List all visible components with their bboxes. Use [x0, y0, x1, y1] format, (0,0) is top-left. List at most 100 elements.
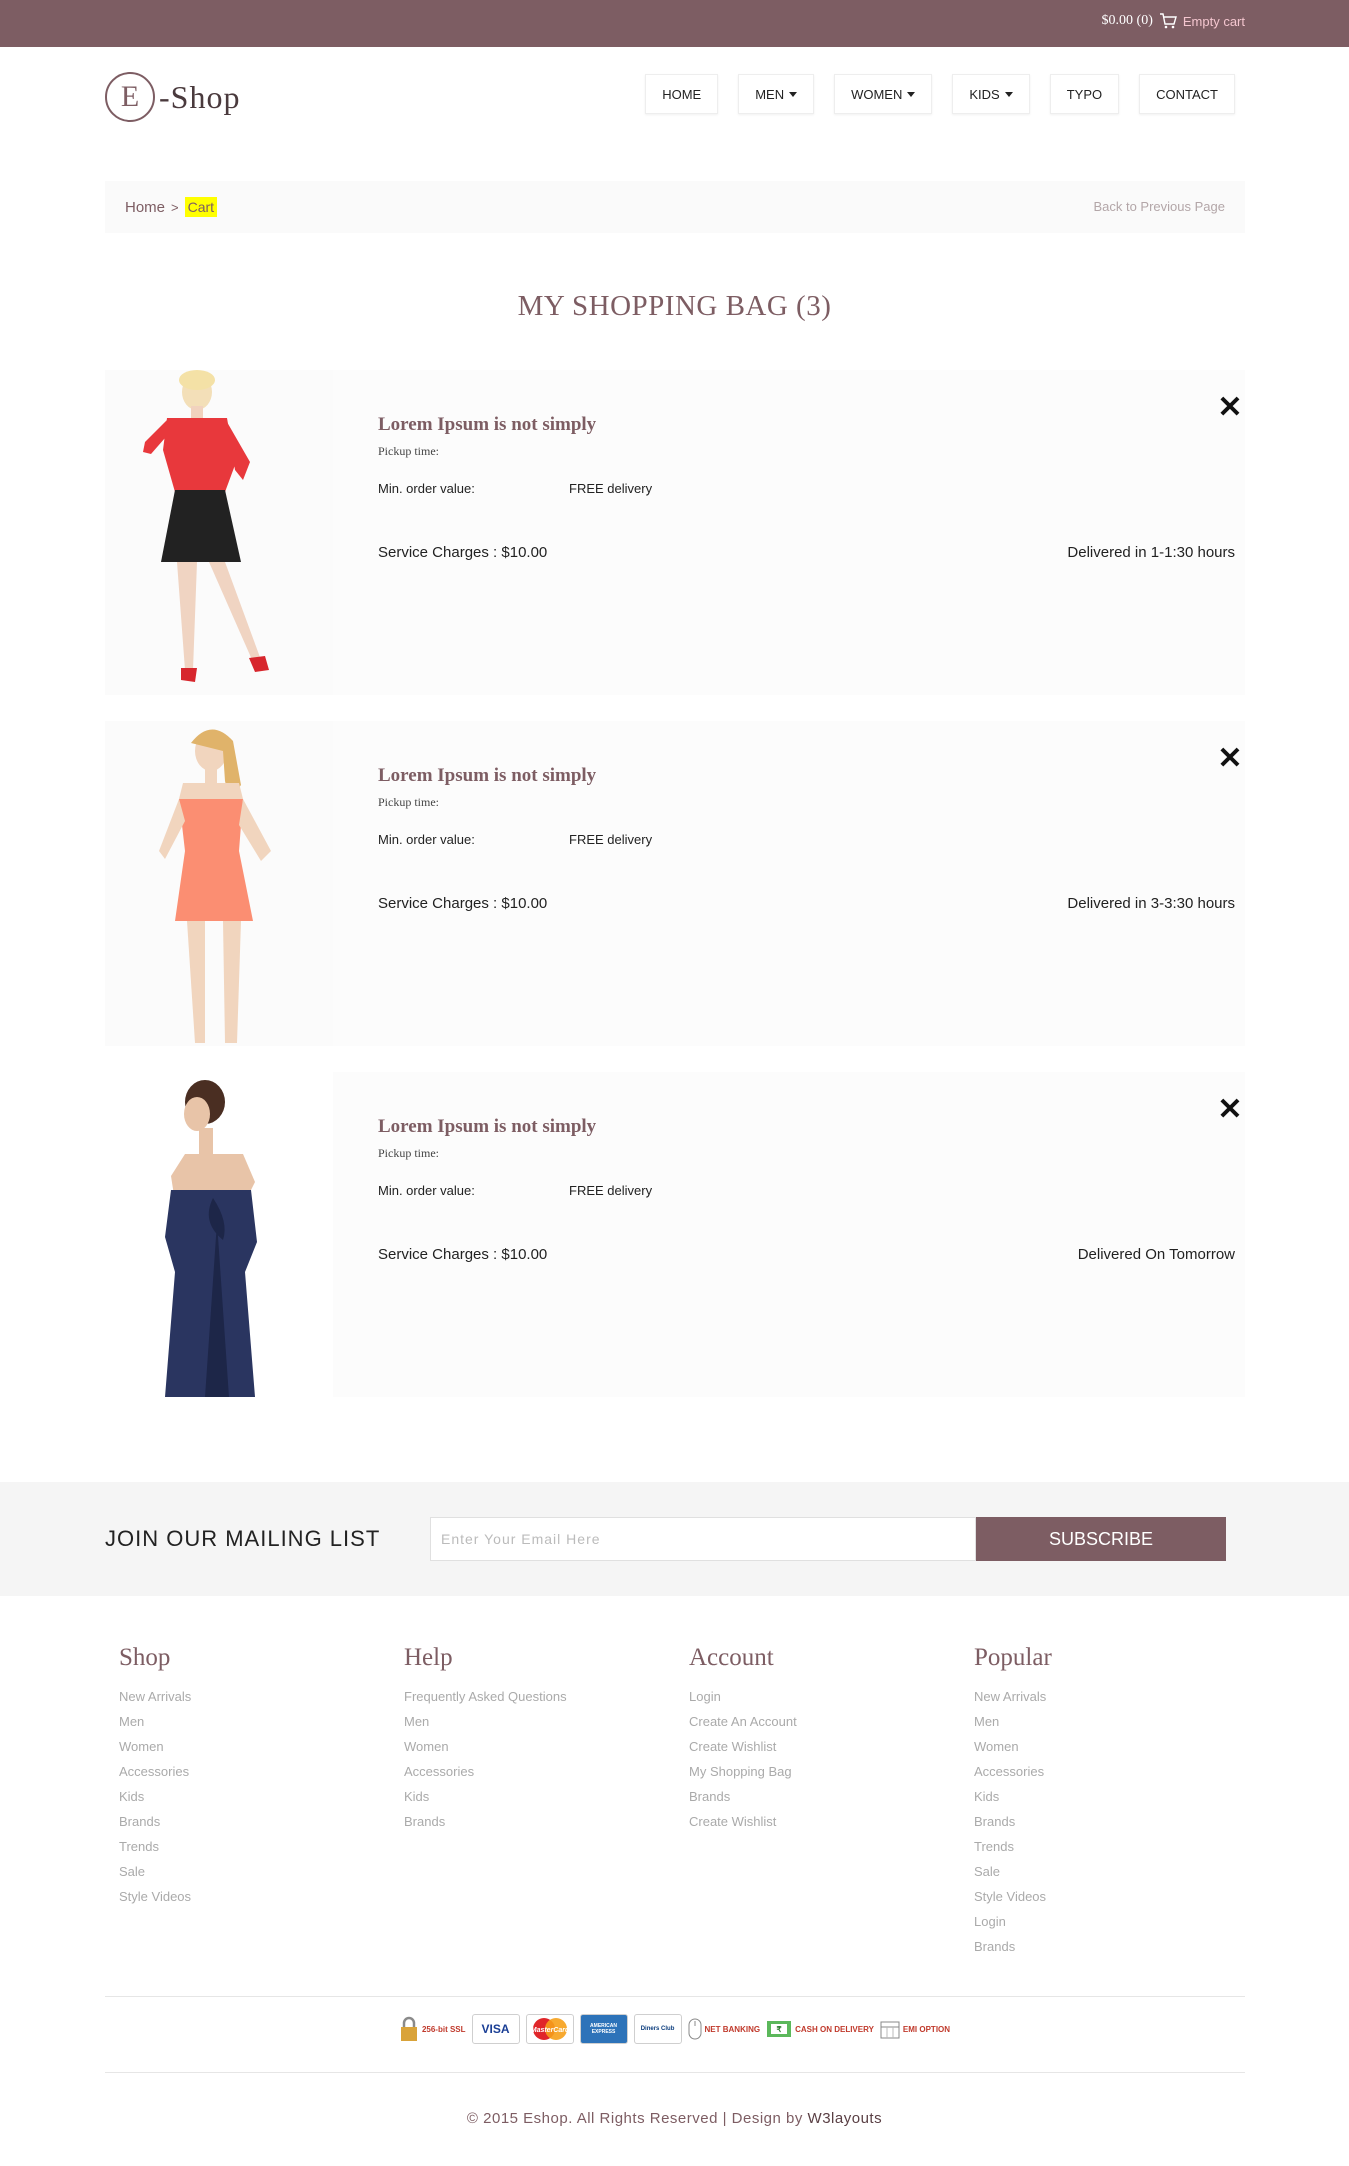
nav-typo[interactable]: TYPO	[1049, 74, 1120, 114]
pickup-time: Pickup time:	[378, 795, 439, 809]
nav-kids[interactable]: KIDS	[952, 74, 1030, 114]
footer-shop-column: Shop New Arrivals Men Women Accessories …	[119, 1644, 191, 1909]
footer-link[interactable]: Accessories	[404, 1759, 567, 1784]
mouse-icon	[688, 2018, 702, 2040]
footer-link[interactable]: Style Videos	[974, 1884, 1052, 1909]
footer-link[interactable]: Sale	[119, 1859, 191, 1884]
footer-link[interactable]: Women	[404, 1734, 567, 1759]
footer-link[interactable]: Men	[119, 1709, 191, 1734]
footer-link[interactable]: Brands	[119, 1809, 191, 1834]
footer-link[interactable]: Women	[974, 1734, 1052, 1759]
cod-label: CASH ON DELIVERY	[795, 2024, 874, 2034]
item-name[interactable]: Lorem Ipsum is not simply	[378, 1116, 596, 1138]
nav-women-label: WOMEN	[851, 86, 903, 102]
back-to-previous-link[interactable]: Back to Previous Page	[1093, 199, 1225, 214]
cart-item: ✕ Lorem Ipsum is not simply Pickup time:…	[105, 721, 1245, 1046]
breadcrumb-current: Cart	[184, 197, 218, 217]
footer-link[interactable]: New Arrivals	[119, 1684, 191, 1709]
item-name[interactable]: Lorem Ipsum is not simply	[378, 414, 596, 436]
amex-card: AMERICAN EXPRESS	[579, 2014, 628, 2044]
pickup-time: Pickup time:	[378, 1146, 439, 1160]
footer-account-column: Account Login Create An Account Create W…	[689, 1644, 797, 1834]
delivery-time: Delivered in 1-1:30 hours	[1067, 544, 1235, 561]
footer-link[interactable]: Kids	[119, 1784, 191, 1809]
cart-item: ✕ Lorem Ipsum is not simply Pickup time:…	[105, 1072, 1245, 1397]
item-details: ✕ Lorem Ipsum is not simply Pickup time:…	[333, 1072, 1245, 1397]
caret-down-icon	[789, 91, 798, 97]
footer-link[interactable]: Kids	[404, 1784, 567, 1809]
item-name[interactable]: Lorem Ipsum is not simply	[378, 765, 596, 787]
nav-contact[interactable]: CONTACT	[1139, 74, 1235, 114]
footer-link[interactable]: Kids	[974, 1784, 1052, 1809]
footer-link[interactable]: Brands	[404, 1809, 567, 1834]
mastercard-label: MasterCard	[530, 2027, 569, 2034]
nav-home[interactable]: HOME	[645, 74, 719, 114]
nav-men[interactable]: MEN	[738, 74, 815, 114]
svg-text:₹: ₹	[777, 2025, 782, 2034]
footer-link[interactable]: Women	[119, 1734, 191, 1759]
footer-link[interactable]: Frequently Asked Questions	[404, 1684, 567, 1709]
net-banking-option: NET BANKING	[688, 2014, 760, 2044]
remove-item-close-icon[interactable]: ✕	[1215, 744, 1245, 774]
footer-link[interactable]: Style Videos	[119, 1884, 191, 1909]
emi-label: EMI OPTION	[902, 2024, 951, 2034]
footer-link[interactable]: Accessories	[119, 1759, 191, 1784]
delivery-time: Delivered On Tomorrow	[1077, 1246, 1235, 1263]
caret-down-icon	[1004, 91, 1013, 97]
footer-link[interactable]: New Arrivals	[974, 1684, 1052, 1709]
cart-total: $0.00 (0)	[1101, 13, 1153, 28]
footer-link[interactable]: Create Wishlist	[689, 1734, 797, 1759]
footer-link[interactable]: Brands	[974, 1934, 1052, 1959]
nav-contact-label: CONTACT	[1156, 86, 1218, 102]
product-image[interactable]	[105, 1072, 333, 1397]
footer-link[interactable]: Trends	[974, 1834, 1052, 1859]
remove-item-close-icon[interactable]: ✕	[1215, 1095, 1245, 1125]
designer-link[interactable]: W3layouts	[808, 2110, 883, 2127]
ssl-label: 256-bit SSL	[421, 2024, 466, 2034]
product-image[interactable]	[105, 721, 333, 1046]
footer-link[interactable]: Accessories	[974, 1759, 1052, 1784]
footer-divider	[105, 2072, 1245, 2073]
service-charges: Service Charges : $10.00	[378, 895, 548, 912]
footer-link[interactable]: Create An Account	[689, 1709, 797, 1734]
footer-link[interactable]: Brands	[974, 1809, 1052, 1834]
footer-link[interactable]: Brands	[689, 1784, 797, 1809]
subscribe-button[interactable]: SUBSCRIBE	[976, 1517, 1226, 1561]
min-order-value: Min. order value:	[378, 1183, 475, 1198]
product-image[interactable]	[105, 370, 333, 695]
footer-link[interactable]: Trends	[119, 1834, 191, 1859]
footer-account-title: Account	[689, 1644, 774, 1671]
cod-option: ₹ CASH ON DELIVERY	[766, 2014, 874, 2044]
footer-help-title: Help	[404, 1644, 453, 1671]
footer-link[interactable]: Men	[974, 1709, 1052, 1734]
footer-link[interactable]: Login	[689, 1684, 797, 1709]
nav-women[interactable]: WOMEN	[834, 74, 933, 114]
delivery-time: Delivered in 3-3:30 hours	[1067, 895, 1235, 912]
site-logo[interactable]: E -Shop	[105, 72, 240, 122]
footer-link[interactable]: Login	[974, 1909, 1052, 1934]
footer-link[interactable]: My Shopping Bag	[689, 1759, 797, 1784]
min-order-value: Min. order value:	[378, 481, 475, 496]
footer-link[interactable]: Men	[404, 1709, 567, 1734]
footer-link[interactable]: Sale	[974, 1859, 1052, 1884]
copyright: © 2015 Eshop. All Rights Reserved | Desi…	[0, 2110, 1349, 2127]
model-red-sweater-image	[143, 370, 269, 682]
ssl-badge: 256-bit SSL	[399, 2014, 466, 2044]
email-input[interactable]	[430, 1517, 976, 1561]
empty-cart-link[interactable]: Empty cart	[1183, 14, 1245, 29]
nav-typo-label: TYPO	[1066, 86, 1103, 102]
remove-item-close-icon[interactable]: ✕	[1215, 393, 1245, 423]
cart-summary[interactable]: $0.00 (0) Empty cart	[1102, 13, 1245, 29]
nav-home-label: HOME	[662, 86, 702, 102]
service-charges: Service Charges : $10.00	[378, 544, 548, 561]
page-title: MY SHOPPING BAG (3)	[517, 290, 832, 322]
shopping-cart-icon	[1159, 13, 1177, 29]
breadcrumb-home[interactable]: Home	[125, 199, 165, 216]
item-details: ✕ Lorem Ipsum is not simply Pickup time:…	[333, 721, 1245, 1046]
main-nav: HOME MEN WOMEN KIDS TYPO CONTACT	[645, 74, 1235, 114]
item-details: ✕ Lorem Ipsum is not simply Pickup time:…	[333, 370, 1245, 695]
footer-popular-column: Popular New Arrivals Men Women Accessori…	[974, 1644, 1052, 1959]
footer-link[interactable]: Create Wishlist	[689, 1809, 797, 1834]
cash-icon: ₹	[767, 2021, 792, 2037]
breadcrumb-separator: >	[171, 199, 179, 215]
